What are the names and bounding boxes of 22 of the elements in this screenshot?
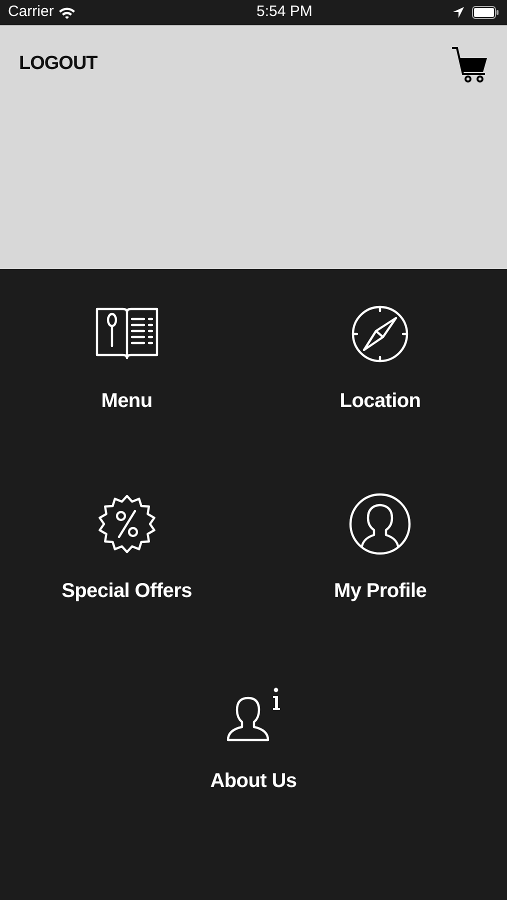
menu-tile[interactable]: Location [254,302,507,492]
tile-label: Menu [101,389,152,414]
cart-icon[interactable] [451,46,489,84]
open-menu-book-icon [94,306,159,362]
person-info-icon [226,686,282,742]
clock-time: 5:54 PM [256,2,312,22]
menu-tile[interactable]: About Us [0,682,507,872]
menu-tile[interactable]: My Profile [254,492,507,682]
battery-icon [472,6,499,19]
menu-tile[interactable]: Special Offers [0,492,254,682]
compass-icon [350,304,410,364]
menu-tile[interactable]: Menu [0,302,254,492]
tile-label: My Profile [334,579,427,604]
wifi-icon [58,6,76,19]
carrier-name: Carrier [8,2,54,22]
tile-label: About Us [210,769,297,794]
tile-label: Location [340,389,421,414]
percent-badge-icon [96,494,157,554]
logout-button[interactable]: LOGOUT [19,50,98,78]
location-arrow-icon [453,7,464,18]
profile-circle-icon [348,492,412,556]
tile-label: Special Offers [62,579,192,604]
